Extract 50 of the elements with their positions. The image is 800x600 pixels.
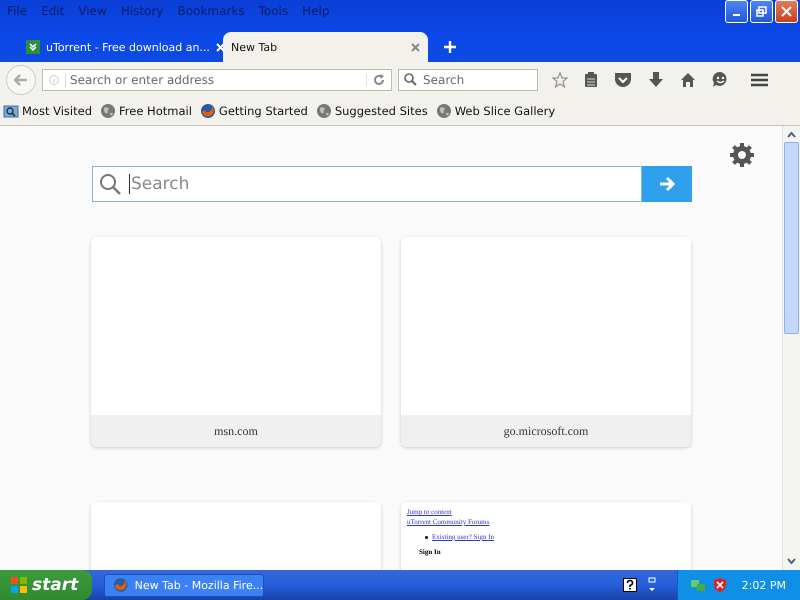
bullet-icon — [425, 536, 428, 539]
search-field[interactable]: Search — [398, 68, 538, 90]
smiley-icon[interactable] — [712, 71, 729, 88]
windows-logo-icon — [10, 576, 28, 594]
shield-icon[interactable] — [712, 577, 728, 593]
search-icon — [99, 173, 121, 195]
scroll-up-icon[interactable] — [787, 130, 796, 140]
minimize-icon — [733, 14, 740, 16]
site-tile[interactable]: msn.com — [91, 237, 381, 447]
globe-icon — [436, 103, 452, 119]
start-button[interactable]: start — [0, 570, 92, 600]
help-icon[interactable] — [622, 578, 637, 592]
bookmark-item[interactable]: Web Slice Gallery — [436, 103, 556, 119]
plus-icon — [444, 41, 456, 53]
info-icon — [49, 74, 59, 84]
globe-icon — [100, 103, 116, 119]
search-icon — [404, 73, 417, 86]
tab-title: New Tab — [231, 40, 278, 54]
star-icon[interactable] — [552, 72, 568, 88]
minimize-button[interactable] — [725, 0, 748, 22]
bookmark-item[interactable]: Getting Started — [200, 103, 308, 119]
address-field[interactable]: Search or enter address — [42, 68, 392, 90]
close-button[interactable] — [775, 0, 798, 22]
scrollbar[interactable] — [782, 126, 800, 570]
tile-caption: go.microsoft.com — [401, 415, 691, 447]
arrow-right-icon — [659, 177, 675, 191]
reload-icon[interactable] — [373, 74, 385, 86]
close-icon — [781, 6, 792, 16]
restore-icon — [756, 6, 767, 16]
clipboard-icon[interactable] — [584, 72, 598, 88]
menu-icon[interactable] — [751, 72, 768, 86]
taskbar-window[interactable]: New Tab - Mozilla Fire... — [104, 574, 264, 596]
globe-icon — [316, 103, 332, 119]
bookmark-item[interactable]: Suggested Sites — [316, 103, 428, 119]
search-field[interactable]: Search — [92, 166, 642, 202]
close-icon[interactable] — [411, 42, 420, 52]
clock: 2:02 PM — [742, 578, 786, 592]
home-icon[interactable] — [680, 72, 696, 88]
scroll-down-icon[interactable] — [787, 556, 796, 566]
browser-tab[interactable]: New Tab — [223, 32, 428, 62]
settings-icon[interactable] — [729, 142, 755, 168]
back-arrow-icon — [14, 74, 28, 86]
bookmark-item[interactable]: Most Visited — [3, 103, 92, 119]
site-tile[interactable]: go.microsoft.com — [401, 237, 691, 447]
bookmark-item[interactable]: Free Hotmail — [100, 103, 192, 119]
download-icon[interactable] — [648, 72, 664, 88]
go-button[interactable] — [642, 166, 692, 202]
tile-caption: msn.com — [91, 415, 381, 447]
restore-button[interactable] — [750, 0, 773, 22]
tab-title: uTorrent - Free download an... — [46, 40, 210, 54]
